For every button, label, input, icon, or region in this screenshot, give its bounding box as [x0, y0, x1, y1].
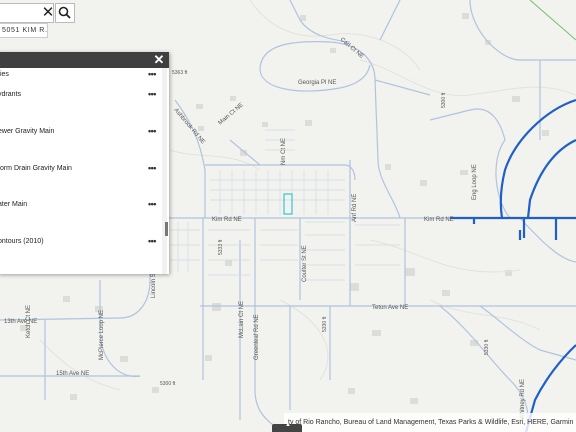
search-button[interactable]	[55, 3, 75, 23]
layer-item-label: ater Main	[0, 201, 28, 208]
street-label-greenleaf: Greenleaf Rd NE	[254, 314, 260, 360]
close-panel-button[interactable]: ✕	[153, 52, 165, 68]
map-attribution: ty of Rio Rancho, Bureau of Land Managem…	[284, 413, 576, 432]
layer-item[interactable]: torm Drain Gravity Main •••	[0, 162, 158, 176]
layer-item-label: ewer Gravity Main	[0, 128, 55, 135]
layer-list-panel: ✕ ties ••• ydrants ••• ewer Gravity Main…	[0, 52, 169, 274]
layer-options-icon[interactable]: •••	[148, 88, 156, 100]
contour-label: 5330 ft	[484, 339, 490, 355]
contour-label: 5333 ft	[218, 239, 224, 255]
scrollbar-thumb[interactable]	[165, 222, 168, 236]
layer-options-icon[interactable]: •••	[148, 125, 156, 137]
layer-list-scrollbar[interactable]	[162, 68, 167, 274]
street-label-ketch: Ketch Ct NE	[26, 305, 32, 338]
chevron-up-icon[interactable]: ▲	[284, 421, 292, 429]
street-label-teton: Teton Ave NE	[372, 305, 408, 311]
layer-item-label: ontours (2010)	[0, 238, 44, 245]
layer-item[interactable]: ewer Gravity Main •••	[0, 125, 158, 139]
street-label-anf: Anf Rd NE	[352, 194, 358, 222]
layer-item[interactable]: ties •••	[0, 68, 158, 82]
layer-item[interactable]: ontours (2010) •••	[0, 235, 158, 249]
clear-search-icon[interactable]: ✕	[41, 4, 55, 22]
street-label-mcpierce: McPierce Loop NE	[99, 310, 105, 360]
layer-item-label: ydrants	[0, 91, 21, 98]
contour-label: 5300 ft	[441, 92, 447, 108]
contour-label: 5363 ft	[172, 70, 188, 76]
search-icon	[58, 6, 71, 19]
street-label-coulter: Coulter St NE	[302, 245, 308, 282]
street-label-nm: Nm Ct NE	[281, 138, 287, 165]
layer-options-icon[interactable]: •••	[148, 162, 156, 174]
street-label-mclain: McLain Ct NE	[239, 301, 245, 338]
contour-label: 5300 ft	[160, 381, 176, 387]
street-label-15th: 15th Ave NE	[56, 371, 89, 377]
street-label-kim-w: Kim Rd NE	[212, 217, 242, 223]
street-label-kim-e: Kim Rd NE	[424, 217, 454, 223]
layer-options-icon[interactable]: •••	[148, 68, 156, 80]
layer-item-label: torm Drain Gravity Main	[0, 165, 72, 172]
layer-item[interactable]: ater Main •••	[0, 198, 158, 212]
layer-options-icon[interactable]: •••	[148, 235, 156, 247]
layer-item-label: ties	[0, 71, 9, 78]
street-label-13th: 13th Ave NE	[4, 319, 37, 325]
layer-list-header: ✕	[0, 52, 169, 68]
layer-options-icon[interactable]: •••	[148, 198, 156, 210]
street-label-eng-loop: Eng Loop NE	[472, 164, 478, 200]
contour-label: 5330 ft	[322, 316, 328, 332]
layer-item[interactable]: ydrants •••	[0, 88, 158, 102]
street-label-georgia: Georgia Pl NE	[298, 80, 336, 86]
search-suggestion[interactable]: 5051 KIM R...	[0, 23, 48, 38]
